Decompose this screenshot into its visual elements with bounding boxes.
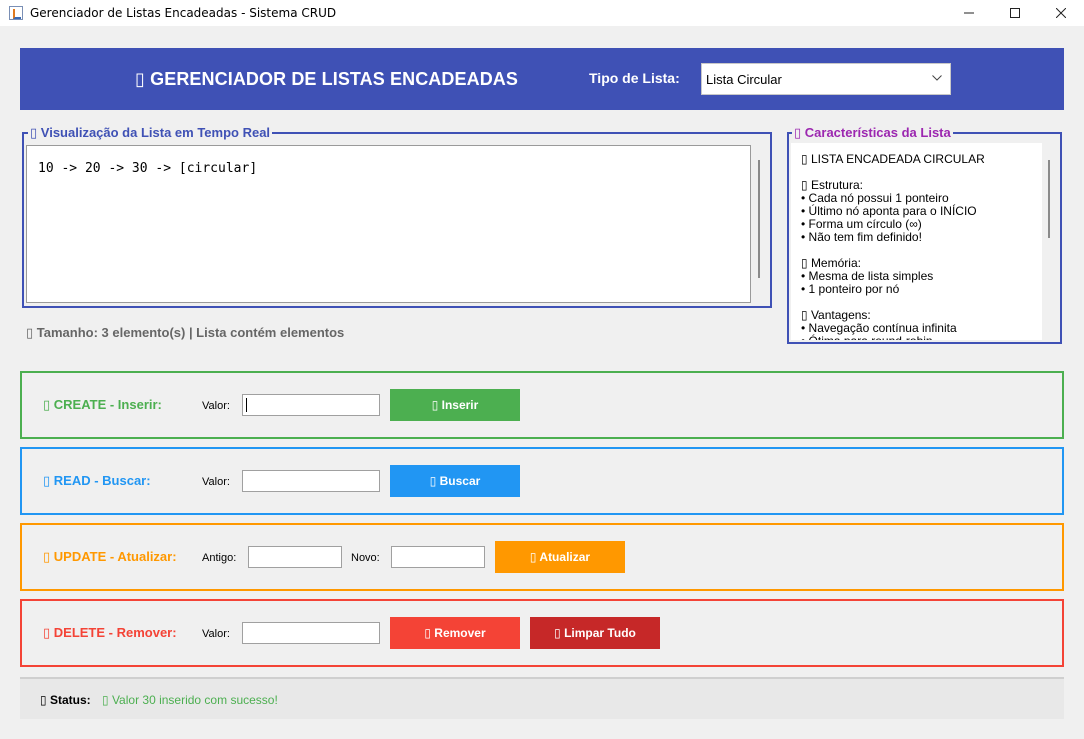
read-section: ▯ READ - Buscar: Valor: ▯ Buscar	[20, 447, 1064, 515]
create-value-label: Valor:	[202, 400, 230, 412]
update-section: ▯ UPDATE - Atualizar: Antigo: Novo: ▯ At…	[20, 523, 1064, 591]
list-type-select[interactable]: Lista Circular	[701, 63, 951, 95]
update-label: ▯ UPDATE - Atualizar:	[43, 549, 177, 564]
create-section: ▯ CREATE - Inserir: Valor: ▯ Inserir	[20, 371, 1064, 439]
update-button[interactable]: ▯ Atualizar	[495, 541, 625, 573]
size-info: ▯ Tamanho: 3 elemento(s) | Lista contém …	[26, 325, 345, 340]
chevron-down-icon	[932, 75, 942, 81]
list-type-label: Tipo de Lista:	[589, 70, 680, 86]
close-icon	[1056, 8, 1066, 18]
clear-all-button[interactable]: ▯ Limpar Tudo	[530, 617, 660, 649]
characteristics-scrollbar[interactable]	[1048, 160, 1050, 238]
window-controls	[946, 0, 1084, 26]
maximize-button[interactable]	[992, 0, 1038, 26]
update-old-input[interactable]	[248, 546, 342, 568]
update-new-input[interactable]	[391, 546, 485, 568]
delete-label: ▯ DELETE - Remover:	[43, 625, 177, 640]
delete-value-input[interactable]	[242, 622, 380, 644]
read-value-label: Valor:	[202, 476, 230, 488]
text-caret	[246, 398, 247, 412]
java-app-icon	[9, 6, 23, 20]
create-value-input[interactable]	[242, 394, 380, 416]
window-title: Gerenciador de Listas Encadeadas - Siste…	[30, 6, 337, 20]
list-type-value: Lista Circular	[706, 71, 782, 87]
minimize-icon	[964, 12, 974, 14]
status-message: ▯ Valor 30 inserido com sucesso!	[102, 693, 278, 707]
visualization-textarea[interactable]: 10 -> 20 -> 30 -> [circular]	[26, 145, 751, 303]
list-visualization-text: 10 -> 20 -> 30 -> [circular]	[38, 161, 258, 176]
visualization-scrollbar[interactable]	[758, 160, 760, 278]
visualization-legend: ▯ Visualização da Lista em Tempo Real	[28, 125, 273, 141]
remove-button[interactable]: ▯ Remover	[390, 617, 520, 649]
maximize-icon	[1010, 8, 1020, 18]
read-value-input[interactable]	[242, 470, 380, 492]
delete-value-label: Valor:	[202, 628, 230, 640]
search-button[interactable]: ▯ Buscar	[390, 465, 520, 497]
update-old-label: Antigo:	[202, 552, 237, 564]
insert-button[interactable]: ▯ Inserir	[390, 389, 520, 421]
status-bar: ▯ Status: ▯ Valor 30 inserido com sucess…	[20, 677, 1064, 719]
create-label: ▯ CREATE - Inserir:	[43, 397, 162, 412]
window-titlebar: Gerenciador de Listas Encadeadas - Siste…	[0, 0, 1084, 26]
close-button[interactable]	[1038, 0, 1084, 26]
characteristics-legend: ▯ Características da Lista	[792, 125, 953, 141]
characteristics-text: ▯ LISTA ENCADEADA CIRCULAR ▯ Estrutura: …	[801, 152, 985, 341]
app-header: ▯ GERENCIADOR DE LISTAS ENCADEADAS Tipo …	[20, 48, 1064, 110]
read-label: ▯ READ - Buscar:	[43, 473, 151, 488]
delete-section: ▯ DELETE - Remover: Valor: ▯ Remover ▯ L…	[20, 599, 1064, 667]
status-label: ▯ Status:	[40, 693, 91, 707]
minimize-button[interactable]	[946, 0, 992, 26]
characteristics-textarea[interactable]: ▯ LISTA ENCADEADA CIRCULAR ▯ Estrutura: …	[791, 143, 1042, 340]
update-new-label: Novo:	[351, 552, 380, 564]
page-title: ▯ GERENCIADOR DE LISTAS ENCADEADAS	[135, 69, 518, 89]
